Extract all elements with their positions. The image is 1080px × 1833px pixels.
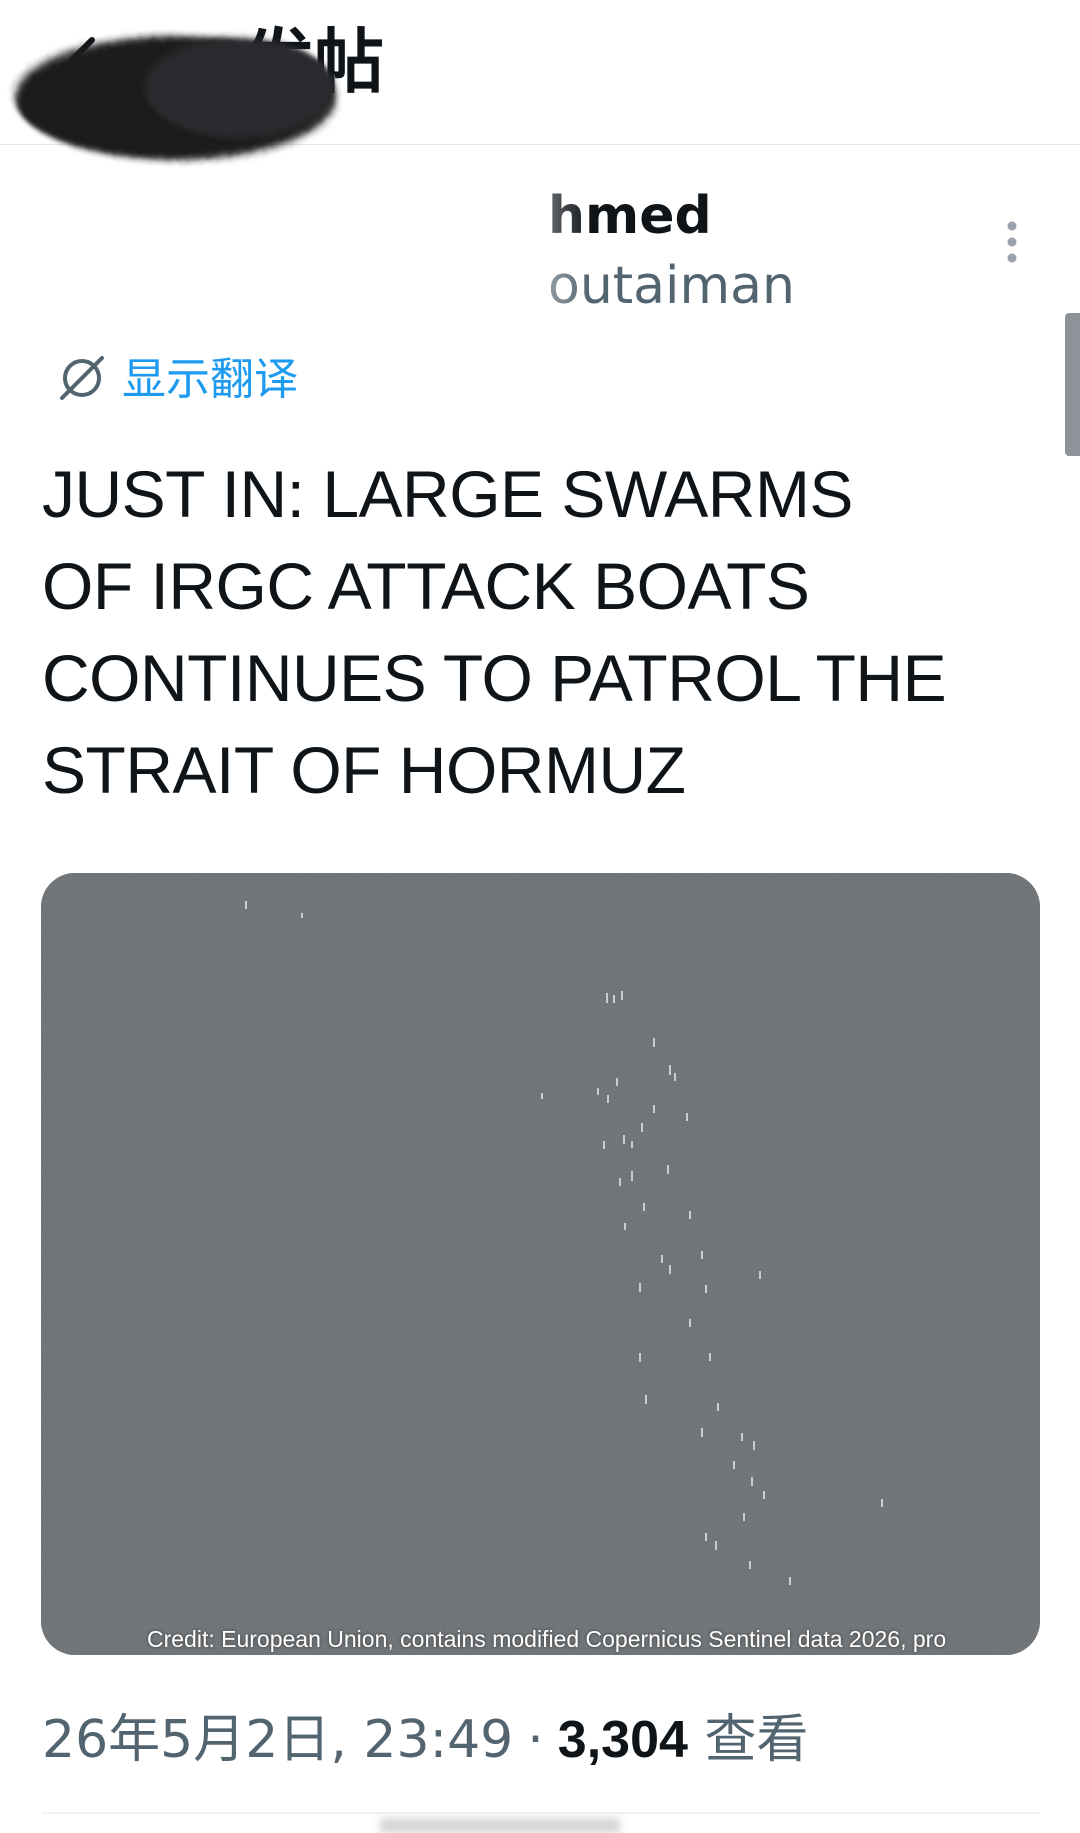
more-vertical-icon[interactable] xyxy=(1000,218,1024,266)
post-text-line: JUST IN: LARGE SWARMS xyxy=(42,457,853,531)
post-timestamp[interactable]: 26年5月2日, 23:49 xyxy=(42,1710,513,1770)
views-label: 查看 xyxy=(704,1710,809,1770)
scrollbar[interactable] xyxy=(1065,313,1080,456)
redaction-fade xyxy=(330,166,590,336)
post-image[interactable]: Credit: European Union, contains modifie… xyxy=(41,873,1040,1655)
image-credit: Credit: European Union, contains modifie… xyxy=(147,1626,947,1652)
post-text-line: OF IRGC ATTACK BOATS xyxy=(42,549,810,623)
show-translation-link[interactable]: 显示翻译 xyxy=(56,352,298,408)
globe-translate-icon xyxy=(56,352,108,408)
redacted-area xyxy=(380,1818,620,1833)
satellite-image xyxy=(41,873,1040,1655)
redacted-avatar[interactable] xyxy=(0,18,360,188)
post-text-line: CONTINUES TO PATROL THE xyxy=(42,641,947,715)
views-count: 3,304 xyxy=(557,1711,688,1769)
meta-separator: · xyxy=(527,1710,544,1770)
post-text: JUST IN: LARGE SWARMS OF IRGC ATTACK BOA… xyxy=(42,448,1002,816)
post-meta: 26年5月2日, 23:49 · 3,304 查看 xyxy=(42,1705,808,1775)
post-text-line: STRAIT OF HORMUZ xyxy=(42,733,686,807)
divider xyxy=(42,1812,1040,1814)
show-translation-label: 显示翻译 xyxy=(122,354,298,405)
